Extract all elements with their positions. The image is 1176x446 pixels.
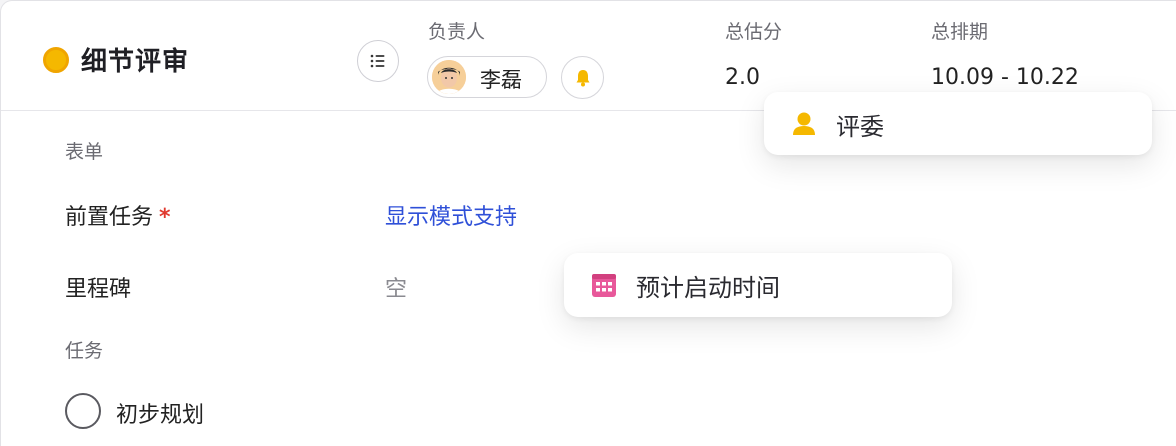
task-label[interactable]: 初步规划 — [116, 397, 204, 429]
notify-button[interactable] — [561, 56, 604, 99]
task-title[interactable]: 细节评审 — [81, 41, 189, 78]
reviewer-option[interactable]: 评委 — [764, 92, 1152, 155]
list-icon — [370, 54, 385, 68]
status-indicator[interactable] — [43, 47, 69, 73]
schedule-value[interactable]: 10.09 - 10.22 — [931, 65, 1079, 90]
bell-icon — [576, 69, 589, 86]
list-button[interactable] — [357, 40, 399, 82]
prerequisite-label: 前置任务 * — [65, 199, 171, 231]
reviewer-option-label: 评委 — [836, 113, 884, 141]
tasks-section-label: 任务 — [65, 340, 104, 362]
required-marker: * — [159, 205, 171, 230]
start-time-option-label: 预计启动时间 — [636, 274, 780, 302]
milestone-value[interactable]: 空 — [385, 271, 407, 303]
prerequisite-label-text: 前置任务 — [65, 205, 154, 230]
form-section-label: 表单 — [65, 141, 104, 163]
owner-label: 负责人 — [428, 21, 486, 43]
calendar-icon — [592, 274, 616, 297]
task-detail-card: 细节评审 负责人 李磊 总估分 2.0 总排期 10.09 - 10.22 表单… — [0, 0, 1176, 446]
avatar — [432, 60, 466, 94]
schedule-label: 总排期 — [931, 21, 989, 43]
person-icon — [793, 112, 815, 135]
prerequisite-link[interactable]: 显示模式支持 — [385, 199, 517, 231]
estimate-label: 总估分 — [725, 21, 783, 43]
milestone-label: 里程碑 — [65, 277, 132, 302]
owner-chip[interactable]: 李磊 — [427, 56, 547, 98]
owner-name: 李磊 — [480, 68, 522, 92]
start-time-option[interactable]: 预计启动时间 — [564, 253, 952, 317]
task-checkbox[interactable] — [65, 393, 101, 429]
estimate-value[interactable]: 2.0 — [725, 65, 760, 90]
